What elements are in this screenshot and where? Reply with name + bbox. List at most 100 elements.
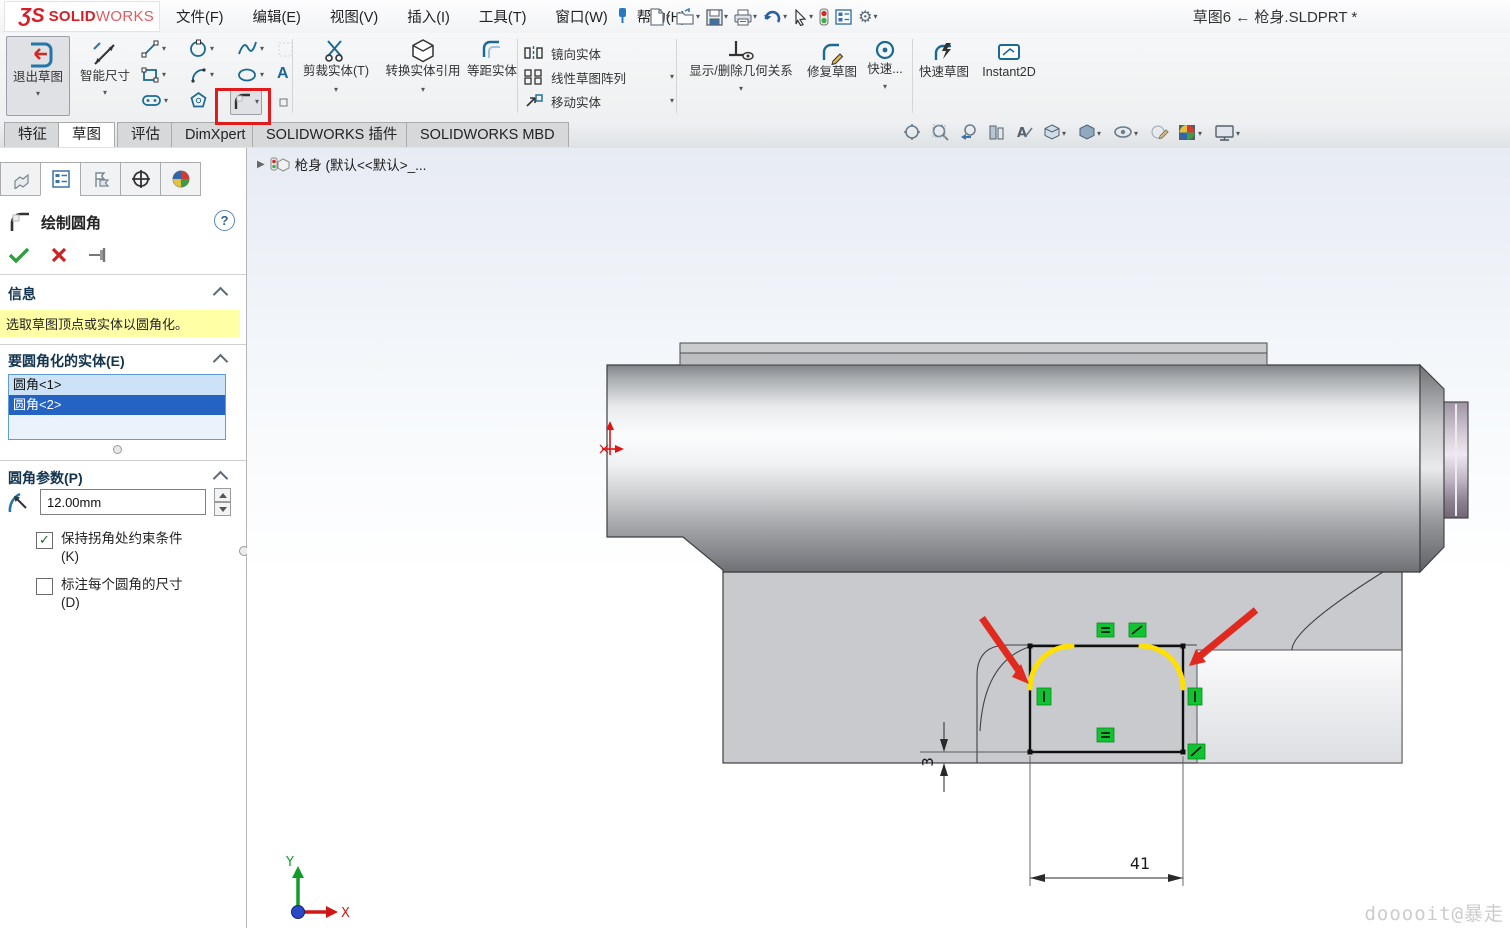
slot-tool[interactable]: ▾: [141, 91, 168, 110]
fillet-radius-input[interactable]: [40, 489, 206, 515]
previous-view-icon[interactable]: [959, 123, 978, 147]
polygon-tool[interactable]: [189, 91, 208, 110]
dimension-41-text[interactable]: 41: [1130, 854, 1150, 873]
move-entities-button[interactable]: 移动实体 ▾: [524, 89, 674, 113]
model-rail-bottom[interactable]: [680, 353, 1267, 365]
text-tool[interactable]: A: [277, 65, 289, 83]
spinner-up-icon[interactable]: [214, 488, 231, 502]
tab-solidworks-addins[interactable]: SOLIDWORKS 插件: [252, 122, 411, 147]
keep-constraints-checkbox[interactable]: ✓: [36, 532, 53, 549]
menu-insert[interactable]: 插入(I): [403, 4, 454, 29]
entities-section-header[interactable]: 要圆角化的实体(E): [8, 351, 230, 371]
arc-tool[interactable]: ▾: [189, 65, 214, 84]
tab-display-manager[interactable]: [160, 162, 201, 196]
ok-button[interactable]: [8, 246, 30, 269]
help-button[interactable]: ?: [214, 210, 235, 231]
display-relations-button[interactable]: 显示/删除几何关系 ▾: [682, 38, 800, 93]
trim-entities-button[interactable]: 剪裁实体(T) ▾: [298, 38, 374, 94]
exit-sketch-button[interactable]: 退出草图 ▾: [6, 36, 70, 116]
zoom-fit-icon[interactable]: [903, 123, 922, 147]
options-list-icon[interactable]: [834, 8, 853, 26]
linear-pattern-button[interactable]: 线性草图阵列 ▾: [524, 65, 674, 89]
spline-tool[interactable]: ▾: [237, 39, 264, 58]
relation-merge-badge[interactable]: [1188, 744, 1205, 759]
edit-appearance-icon[interactable]: [1150, 123, 1169, 147]
tab-features[interactable]: 特征: [4, 122, 61, 147]
relation-equal-badge[interactable]: [1097, 623, 1114, 637]
offset-entities-button[interactable]: 等距实体: [470, 38, 514, 80]
cancel-button[interactable]: [50, 246, 68, 269]
convert-entities-button[interactable]: 转换实体引用 ▾: [378, 38, 468, 94]
open-button[interactable]: ▾: [675, 7, 701, 27]
menu-file[interactable]: 文件(F): [172, 4, 228, 29]
dimension-3-text[interactable]: 3: [919, 757, 937, 767]
collapse-chevron-icon[interactable]: [213, 286, 229, 302]
dimension-each-fillet-checkbox[interactable]: [36, 578, 53, 595]
hide-show-items-icon[interactable]: ▾: [1113, 123, 1141, 147]
collapse-chevron-icon[interactable]: [213, 353, 229, 369]
sketch-vertex[interactable]: [1028, 644, 1033, 649]
dimension-41[interactable]: 41: [1030, 854, 1183, 882]
relation-equal-badge[interactable]: [1097, 728, 1114, 742]
model-canvas[interactable]: 41 3 Y X: [247, 148, 1510, 928]
model-receiver-plate[interactable]: [723, 572, 1402, 763]
tab-property-manager[interactable]: [40, 162, 80, 196]
dimension-each-fillet-checkbox-row[interactable]: 标注每个圆角的尺寸 (D): [36, 576, 226, 611]
tab-dimxpert-manager[interactable]: [120, 162, 160, 196]
radius-spinner[interactable]: [214, 488, 231, 516]
instant2d-button[interactable]: Instant2D: [974, 41, 1044, 81]
view-settings-icon[interactable]: ▾: [1214, 123, 1244, 147]
menu-edit[interactable]: 编辑(E): [249, 4, 305, 29]
tab-evaluate[interactable]: 评估: [117, 122, 174, 147]
relation-merge-badge[interactable]: [1129, 623, 1146, 637]
tab-dimxpert[interactable]: DimXpert: [171, 122, 259, 147]
menu-window[interactable]: 窗口(W): [551, 4, 611, 29]
list-item-fillet-1[interactable]: 圆角<1>: [9, 375, 225, 395]
entities-to-fillet-list[interactable]: 圆角<1> 圆角<2>: [8, 374, 226, 440]
list-resize-grip[interactable]: [113, 445, 122, 454]
keep-constraints-checkbox-row[interactable]: ✓ 保持拐角处约束条件 (K): [36, 530, 226, 565]
smart-dimension-button[interactable]: 智能尺寸 ▾: [74, 36, 136, 114]
relation-vertical-badge[interactable]: [1188, 688, 1202, 705]
menu-view[interactable]: 视图(V): [326, 4, 382, 29]
collapse-chevron-icon[interactable]: [213, 470, 229, 486]
menu-tools[interactable]: 工具(T): [475, 4, 531, 29]
rebuild-traffic-light-icon[interactable]: [818, 7, 830, 27]
tree-expand-icon[interactable]: ▶: [257, 159, 265, 170]
settings-gear-button[interactable]: ⚙▾: [857, 6, 878, 28]
feature-tree-root[interactable]: ▶ 枪身 (默认<<默认>_...: [257, 154, 426, 174]
info-section-header[interactable]: 信息: [8, 284, 230, 304]
sketch-vertex[interactable]: [1181, 750, 1186, 755]
section-view-icon[interactable]: [987, 123, 1006, 147]
annotation-view-icon[interactable]: A: [1015, 123, 1034, 147]
zoom-area-icon[interactable]: [931, 123, 950, 147]
new-document-button[interactable]: ▾: [648, 7, 671, 27]
ellipse-tool[interactable]: ▾: [237, 65, 264, 84]
repair-sketch-button[interactable]: 修复草图: [806, 41, 858, 81]
spinner-down-icon[interactable]: [214, 502, 231, 516]
select-cursor-button[interactable]: ▾: [792, 8, 814, 27]
circle-tool[interactable]: ▾: [189, 39, 214, 58]
tab-sketch[interactable]: 草图: [58, 122, 115, 147]
relation-vertical-badge[interactable]: [1037, 688, 1051, 705]
display-style-icon[interactable]: ▾: [1078, 123, 1104, 147]
tab-solidworks-mbd[interactable]: SOLIDWORKS MBD: [406, 122, 569, 147]
sketch-vertex[interactable]: [1181, 644, 1186, 649]
tab-feature-manager[interactable]: [0, 162, 40, 196]
view-orientation-icon[interactable]: ▾: [1043, 123, 1069, 147]
list-item-fillet-2[interactable]: 圆角<2>: [9, 395, 225, 415]
graphics-viewport[interactable]: 41 3 Y X ▶: [247, 148, 1510, 928]
model-barrel[interactable]: [607, 343, 1468, 572]
apply-scene-icon[interactable]: ▾: [1178, 123, 1205, 147]
sketch-vertex[interactable]: [1028, 750, 1033, 755]
save-button[interactable]: ▾: [705, 8, 729, 27]
print-button[interactable]: ▾: [733, 8, 758, 27]
pin-menu-icon[interactable]: [612, 7, 630, 30]
line-tool[interactable]: ▾: [141, 39, 166, 58]
tab-configuration-manager[interactable]: [80, 162, 120, 196]
quick-snaps-button[interactable]: 快速... ▾: [862, 38, 908, 91]
params-section-header[interactable]: 圆角参数(P): [8, 468, 230, 488]
undo-button[interactable]: ▾: [762, 8, 788, 27]
rapid-sketch-button[interactable]: 快速草图: [918, 41, 970, 81]
rectangle-tool[interactable]: ▾: [141, 65, 166, 84]
